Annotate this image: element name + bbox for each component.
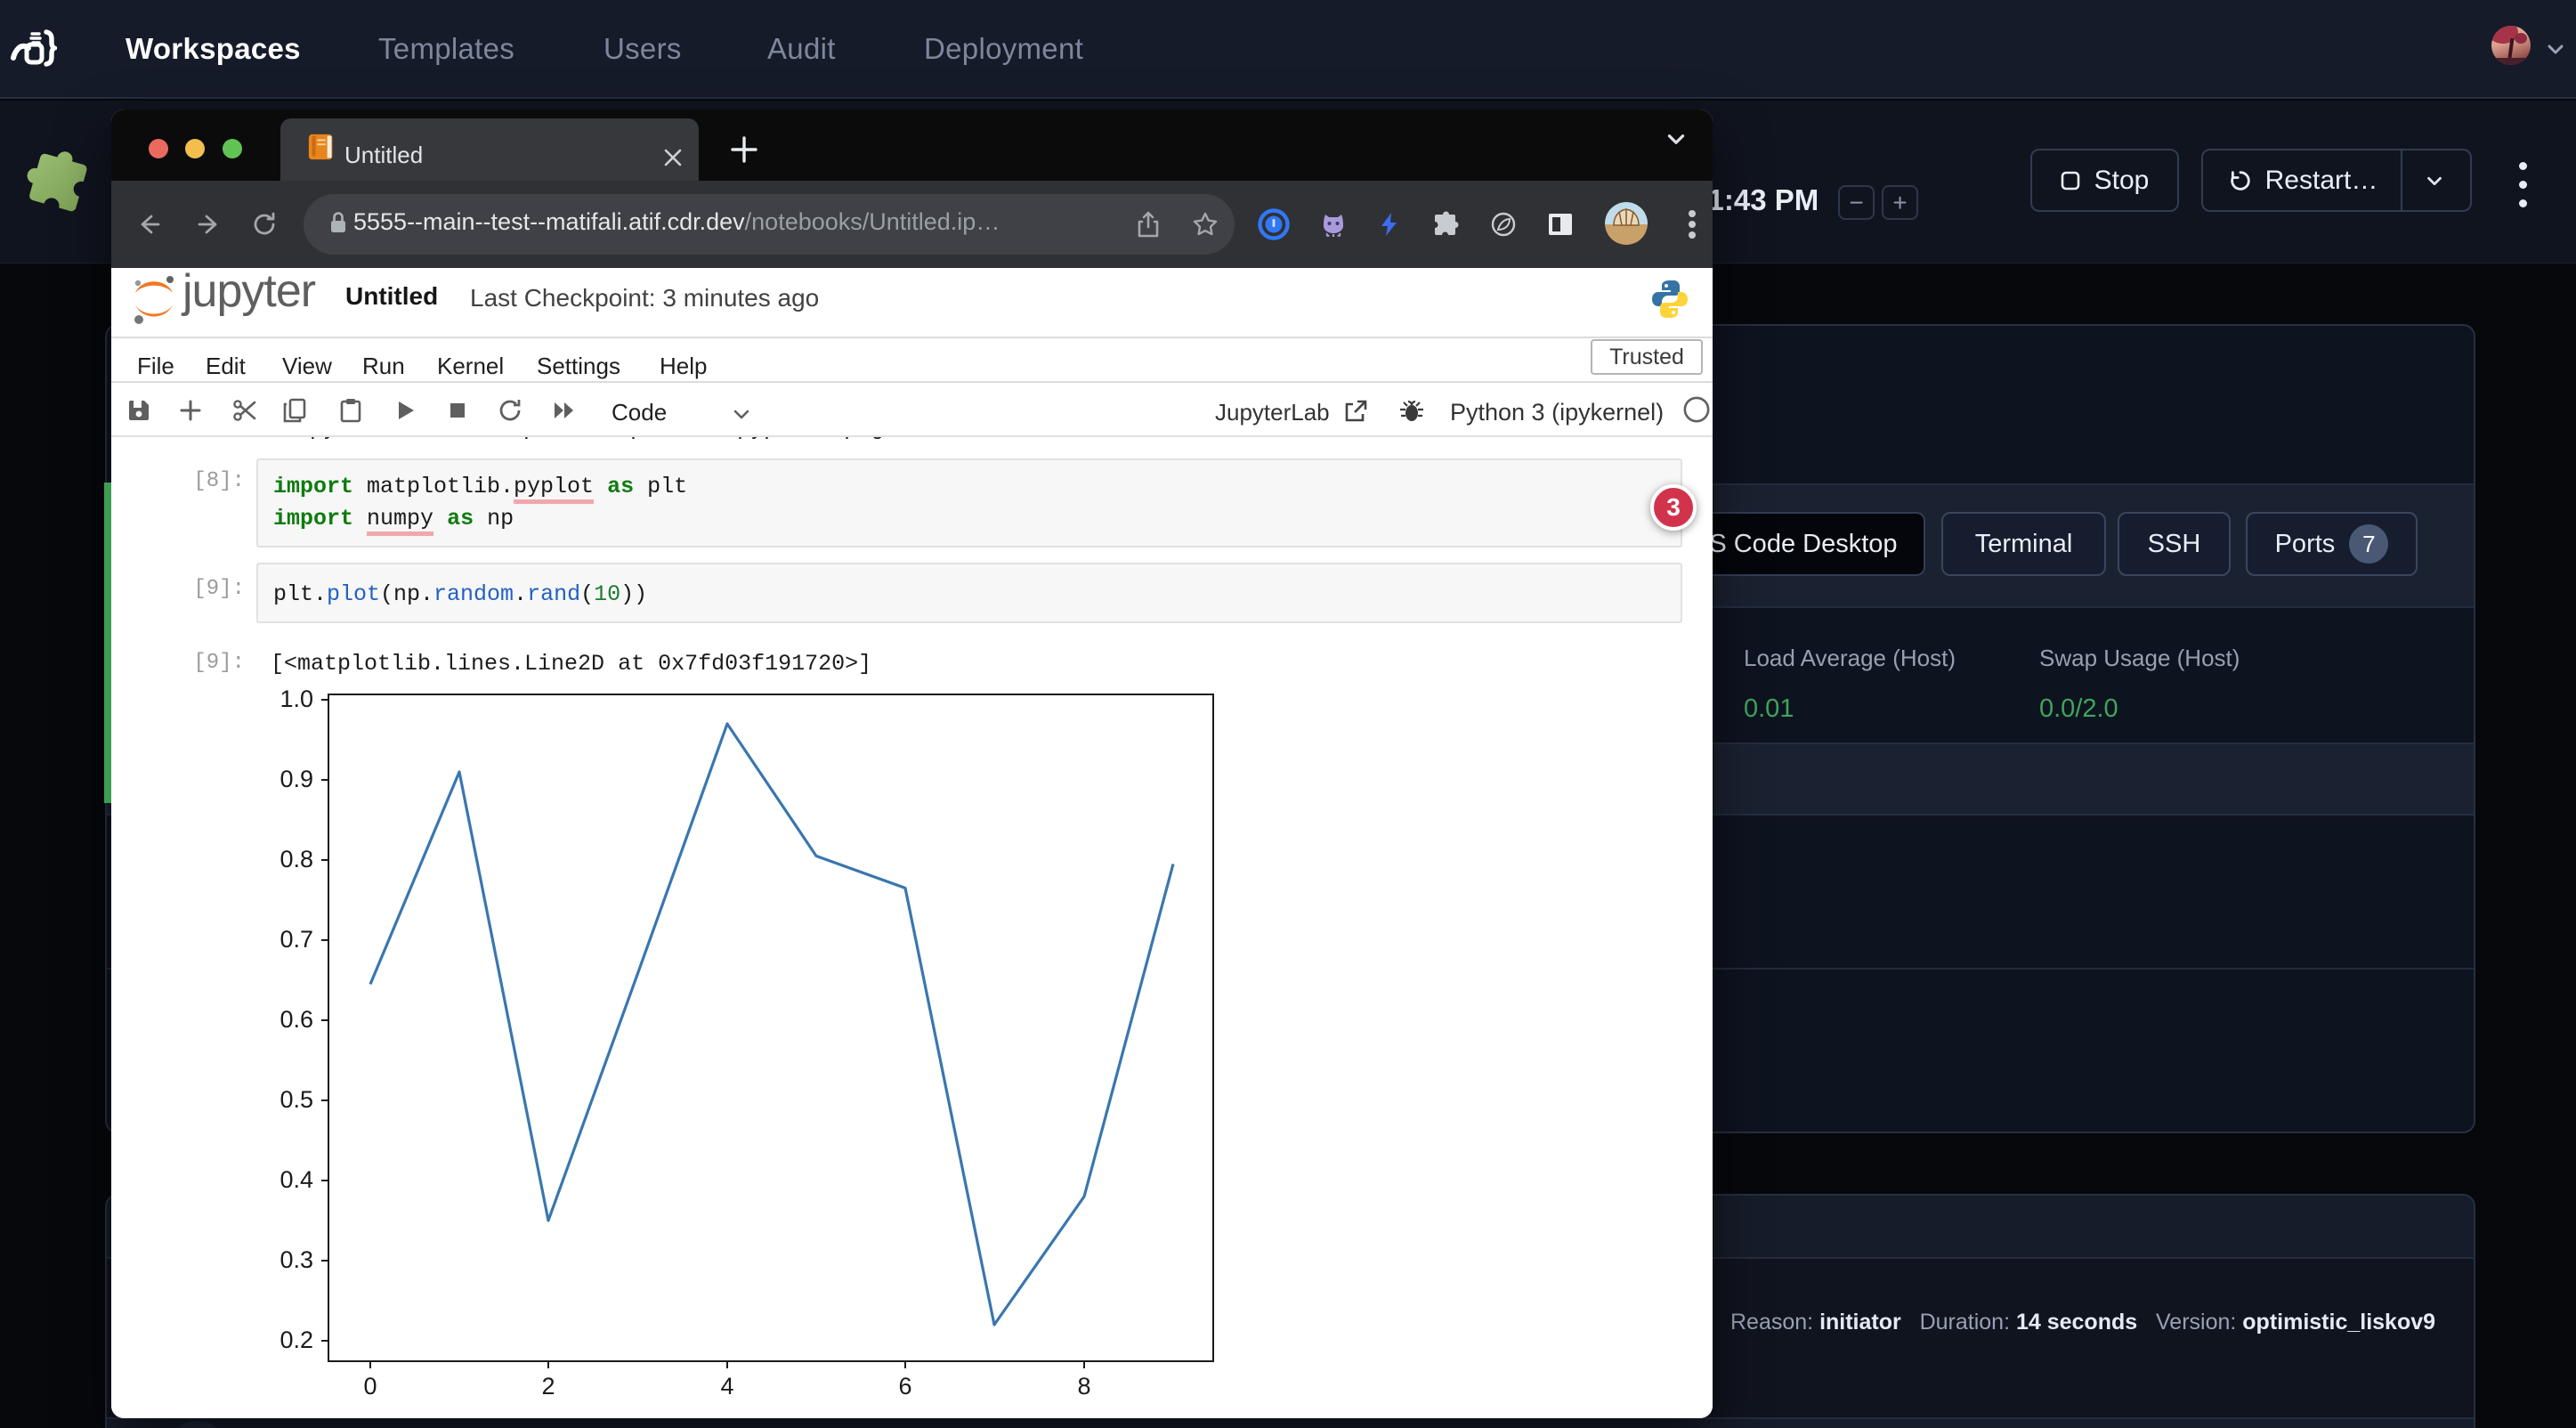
svg-text:2: 2 — [541, 1373, 555, 1400]
svg-text:8: 8 — [1077, 1373, 1090, 1400]
svg-text:0.6: 0.6 — [279, 1006, 313, 1033]
svg-text:0.4: 0.4 — [279, 1166, 313, 1193]
svg-text:0.7: 0.7 — [279, 926, 313, 953]
svg-text:4: 4 — [720, 1373, 733, 1400]
svg-text:6: 6 — [898, 1373, 911, 1400]
svg-text:0.5: 0.5 — [279, 1086, 313, 1113]
svg-text:1.0: 1.0 — [279, 686, 313, 712]
svg-text:0.8: 0.8 — [279, 846, 313, 872]
svg-text:0.9: 0.9 — [279, 766, 313, 792]
svg-text:0.2: 0.2 — [279, 1327, 313, 1353]
svg-text:0: 0 — [363, 1373, 377, 1400]
svg-text:0.3: 0.3 — [279, 1246, 313, 1273]
